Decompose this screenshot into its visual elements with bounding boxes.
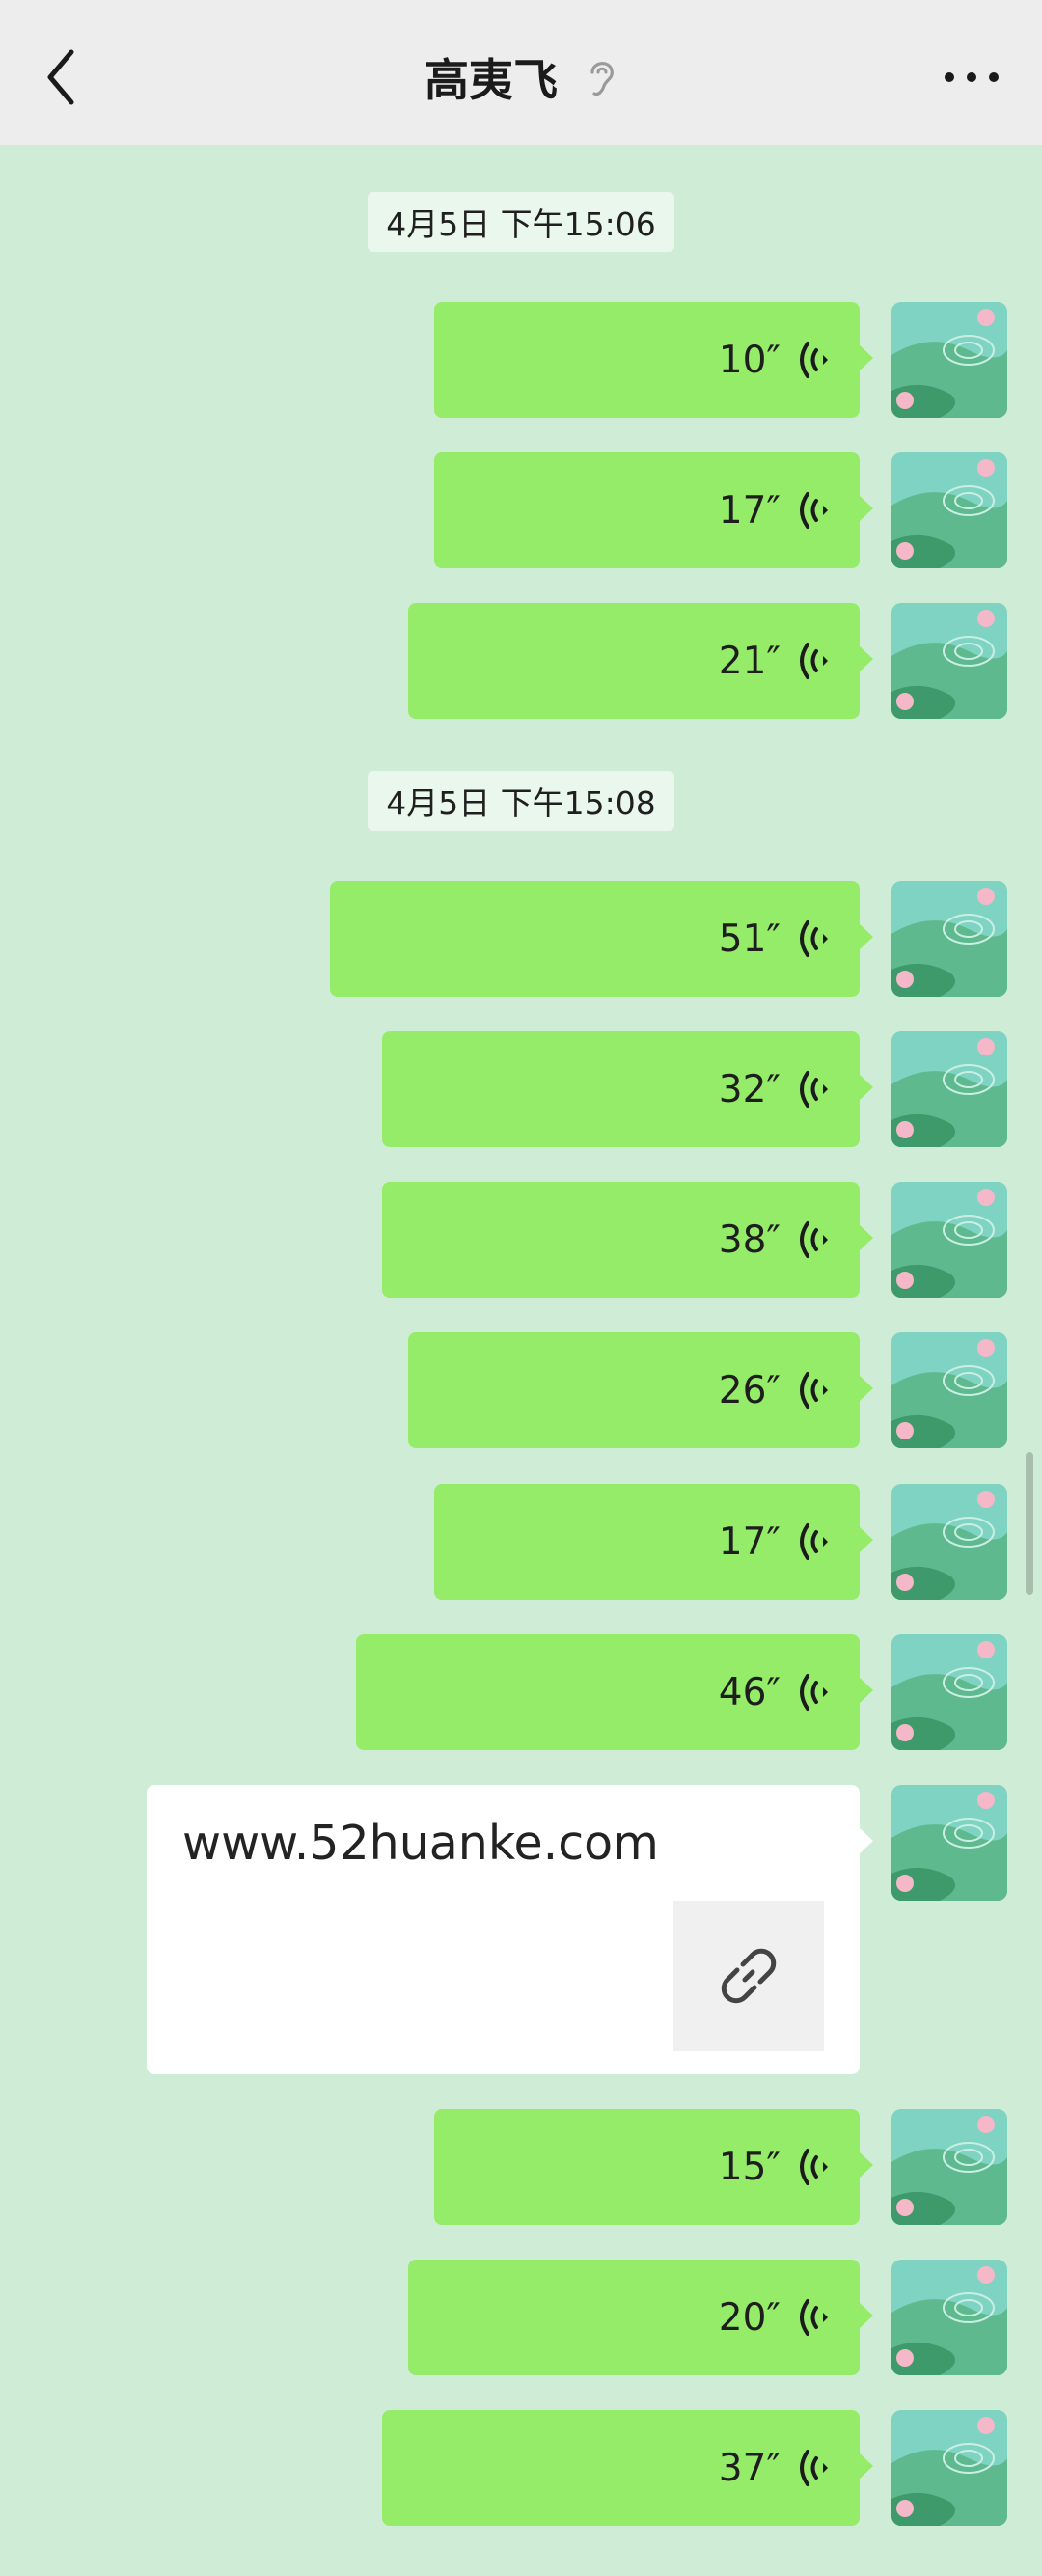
- voice-message-bubble[interactable]: 10″: [434, 302, 873, 418]
- message-row: 10″: [0, 302, 1042, 418]
- voice-message-bubble[interactable]: 21″: [408, 603, 873, 719]
- voice-duration: 26″: [718, 1368, 781, 1412]
- chat-title: 高夷飞: [425, 54, 558, 106]
- voice-duration: 32″: [718, 1067, 781, 1111]
- voice-message-bubble[interactable]: 26″: [408, 1332, 873, 1448]
- message-row: 21″: [0, 603, 1042, 719]
- user-avatar[interactable]: [891, 1031, 1007, 1147]
- lotus-avatar-image: [891, 2109, 1007, 2225]
- voice-message-bubble[interactable]: 20″: [408, 2260, 873, 2375]
- lotus-avatar-image: [891, 2410, 1007, 2526]
- voice-wave-icon: [800, 1221, 828, 1258]
- user-avatar[interactable]: [891, 452, 1007, 568]
- voice-wave-icon: [800, 643, 828, 679]
- user-avatar[interactable]: [891, 2410, 1007, 2526]
- user-avatar[interactable]: [891, 302, 1007, 418]
- lotus-avatar-image: [891, 1332, 1007, 1448]
- ear-icon: [590, 62, 614, 96]
- user-avatar[interactable]: [891, 1785, 1007, 1901]
- lotus-avatar-image: [891, 881, 1007, 997]
- user-avatar[interactable]: [891, 2109, 1007, 2225]
- voice-message-bubble[interactable]: 17″: [434, 1484, 873, 1600]
- voice-message-bubble[interactable]: 46″: [356, 1634, 873, 1750]
- message-row: 26″: [0, 1332, 1042, 1448]
- user-avatar[interactable]: [891, 603, 1007, 719]
- user-avatar[interactable]: [891, 1332, 1007, 1448]
- message-row: 46″: [0, 1634, 1042, 1750]
- timestamp: 4月5日 下午15:08: [368, 771, 674, 831]
- voice-wave-icon: [800, 2299, 828, 2336]
- lotus-avatar-image: [891, 1484, 1007, 1600]
- user-avatar[interactable]: [891, 1182, 1007, 1298]
- voice-message-bubble[interactable]: 38″: [382, 1182, 873, 1298]
- scrollbar[interactable]: [1026, 1452, 1033, 1595]
- lotus-avatar-image: [891, 603, 1007, 719]
- chat-header: 高夷飞: [0, 0, 1042, 145]
- voice-duration: 37″: [718, 2446, 781, 2490]
- link-icon: [721, 1948, 777, 2004]
- voice-duration: 38″: [718, 1218, 781, 1262]
- message-row: 17″: [0, 1484, 1042, 1600]
- voice-message-bubble[interactable]: 32″: [382, 1031, 873, 1147]
- link-message-card[interactable]: www.52huanke.com: [147, 1785, 873, 2074]
- voice-wave-icon: [800, 1071, 828, 1108]
- message-row: 51″: [0, 881, 1042, 997]
- timestamp: 4月5日 下午15:06: [368, 192, 674, 252]
- voice-message-bubble[interactable]: 51″: [330, 881, 873, 997]
- lotus-avatar-image: [891, 1031, 1007, 1147]
- lotus-avatar-image: [891, 1182, 1007, 1298]
- voice-duration: 20″: [718, 2295, 781, 2340]
- user-avatar[interactable]: [891, 2260, 1007, 2375]
- title-wrap: 高夷飞: [0, 39, 1042, 116]
- user-avatar[interactable]: [891, 1484, 1007, 1600]
- more-dots-icon: [945, 72, 999, 82]
- voice-wave-icon: [800, 342, 828, 378]
- message-row: 37″: [0, 2410, 1042, 2526]
- voice-duration: 15″: [718, 2145, 781, 2189]
- lotus-avatar-image: [891, 1785, 1007, 1901]
- voice-duration: 51″: [718, 917, 781, 961]
- link-url-text: www.52huanke.com: [182, 1816, 659, 1871]
- voice-wave-icon: [800, 2450, 828, 2486]
- voice-duration: 17″: [718, 488, 781, 533]
- voice-wave-icon: [800, 1674, 828, 1711]
- timestamp-text: 4月5日 下午15:06: [386, 206, 656, 243]
- message-row: 15″: [0, 2109, 1042, 2225]
- message-row: 17″: [0, 452, 1042, 568]
- lotus-avatar-image: [891, 302, 1007, 418]
- user-avatar[interactable]: [891, 881, 1007, 997]
- voice-duration: 17″: [718, 1520, 781, 1564]
- user-avatar[interactable]: [891, 1634, 1007, 1750]
- lotus-avatar-image: [891, 452, 1007, 568]
- voice-duration: 46″: [718, 1670, 781, 1714]
- voice-duration: 10″: [718, 338, 781, 382]
- more-button[interactable]: [940, 56, 1007, 98]
- lotus-avatar-image: [891, 1634, 1007, 1750]
- timestamp-text: 4月5日 下午15:08: [386, 784, 656, 822]
- voice-message-bubble[interactable]: 17″: [434, 452, 873, 568]
- voice-message-bubble[interactable]: 15″: [434, 2109, 873, 2225]
- voice-wave-icon: [800, 1523, 828, 1560]
- link-thumbnail: [673, 1901, 824, 2051]
- message-row: 20″: [0, 2260, 1042, 2375]
- voice-wave-icon: [800, 1372, 828, 1409]
- voice-wave-icon: [800, 920, 828, 957]
- voice-wave-icon: [800, 492, 828, 529]
- lotus-avatar-image: [891, 2260, 1007, 2375]
- voice-message-bubble[interactable]: 37″: [382, 2410, 873, 2526]
- message-row: 32″: [0, 1031, 1042, 1147]
- voice-duration: 21″: [718, 639, 781, 683]
- message-row: 38″: [0, 1182, 1042, 1298]
- voice-wave-icon: [800, 2149, 828, 2185]
